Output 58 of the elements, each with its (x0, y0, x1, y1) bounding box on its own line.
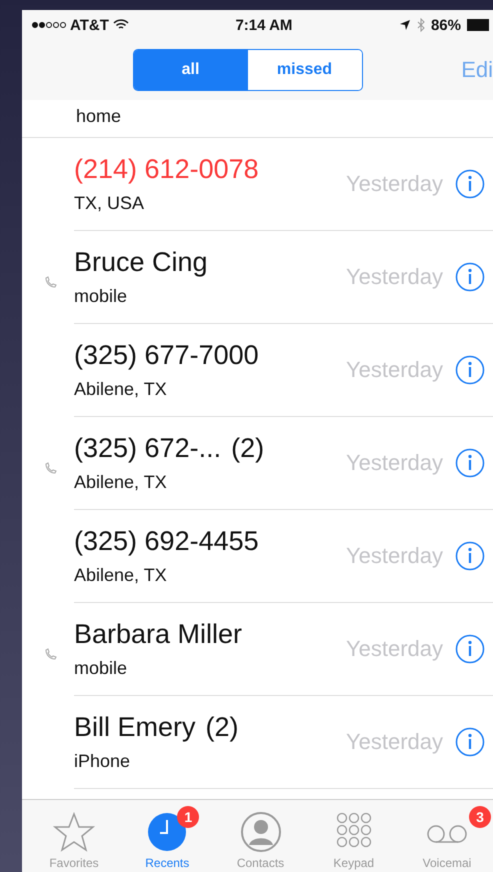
bluetooth-icon (416, 18, 425, 32)
location-arrow-icon (398, 19, 411, 31)
call-row[interactable]: Bill Emery (2) iPhone Yesterday (74, 696, 493, 789)
segment-tab[interactable]: all (134, 50, 248, 90)
call-time: Yesterday (346, 264, 443, 290)
segment-tab[interactable]: missed (248, 50, 362, 90)
info-icon[interactable] (455, 727, 485, 757)
signal-icon (32, 22, 66, 28)
caller-name: Barbara Miller (74, 619, 242, 650)
caller-name: (325) 692-4455 (74, 526, 259, 557)
info-icon[interactable] (455, 541, 485, 571)
call-row[interactable]: Barbara Miller mobile Yesterday (74, 603, 493, 696)
battery-icon (466, 19, 489, 31)
tab-bar-item[interactable]: Keypad (308, 800, 400, 872)
call-count: (2) (206, 712, 239, 743)
call-time: Yesterday (346, 450, 443, 476)
call-row[interactable]: (325) 692-4455 Abilene, TX Yesterday (74, 510, 493, 603)
call-time: Yesterday (346, 636, 443, 662)
call-detail: Abilene, TX (74, 472, 168, 493)
call-row[interactable]: Bruce Cing mobile Yesterday (74, 231, 493, 324)
caller-name: (214) 612-0078 (74, 154, 259, 185)
edit-button[interactable]: Edi (461, 57, 493, 83)
call-count: (2) (231, 433, 264, 464)
call-detail: TX, USA (74, 193, 146, 214)
caller-name: Bruce Cing (74, 247, 208, 278)
call-detail: home (76, 106, 122, 127)
call-row[interactable]: (214) 612-0078 TX, USA Yesterday (74, 138, 493, 231)
call-time: Yesterday (346, 543, 443, 569)
star-icon (52, 810, 96, 854)
call-detail: Abilene, TX (74, 379, 168, 400)
notification-badge: 1 (177, 806, 200, 828)
call-detail: iPhone (74, 751, 132, 772)
call-row[interactable]: (325) 672-... (2) Abilene, TX Yesterday (74, 417, 493, 510)
person-icon (238, 810, 282, 854)
battery-percentage: 86% (430, 16, 461, 34)
call-time: Yesterday (346, 171, 443, 197)
carrier-name: AT&T (70, 16, 109, 34)
call-detail: mobile (74, 286, 128, 307)
clock-time: 7:14 AM (235, 16, 292, 34)
info-icon[interactable] (455, 169, 485, 199)
caller-name: Bill Emery (74, 712, 196, 743)
call-time: Yesterday (346, 357, 443, 383)
info-icon[interactable] (455, 355, 485, 385)
call-row[interactable]: (325) 677-7000 Abilene, TX Yesterday (74, 324, 493, 417)
call-time: Yesterday (346, 729, 443, 755)
call-detail: Abilene, TX (74, 565, 168, 586)
tab-bar-item[interactable]: Favorites (28, 800, 120, 872)
info-icon[interactable] (455, 448, 485, 478)
notification-badge: 3 (469, 806, 491, 828)
caller-name: (325) 672-... (74, 433, 222, 464)
caller-name: (325) 677-7000 (74, 340, 259, 371)
info-icon[interactable] (455, 262, 485, 292)
tab-bar-item[interactable]: Voicemai 3 (401, 800, 493, 872)
call-detail: mobile (74, 658, 128, 679)
info-icon[interactable] (455, 634, 485, 664)
wifi-icon (112, 19, 129, 31)
tab-bar-item[interactable]: Contacts (214, 800, 306, 872)
tab-bar-item[interactable]: Recents 1 (121, 800, 214, 872)
